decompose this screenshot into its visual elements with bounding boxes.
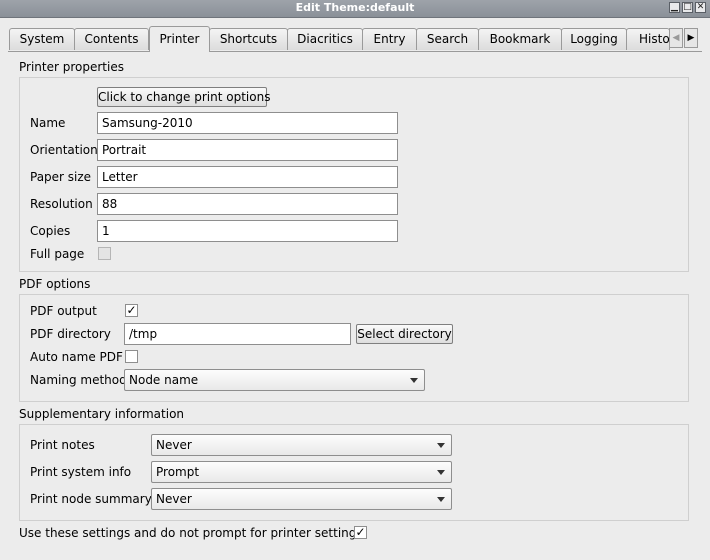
pdf-output-label: PDF output bbox=[30, 304, 97, 318]
paper-size-field[interactable]: Letter bbox=[97, 166, 398, 188]
resolution-field[interactable]: 88 bbox=[97, 193, 398, 215]
print-node-summary-label: Print node summary bbox=[30, 492, 152, 506]
naming-method-dropdown[interactable]: Node name bbox=[124, 369, 425, 391]
tab-system[interactable]: System bbox=[9, 28, 75, 50]
print-node-summary-dropdown[interactable]: Never bbox=[151, 488, 452, 510]
paper-size-label: Paper size bbox=[30, 170, 92, 184]
tab-history[interactable]: Histo bbox=[626, 28, 670, 50]
tab-shortcuts[interactable]: Shortcuts bbox=[209, 28, 288, 50]
print-notes-label: Print notes bbox=[30, 438, 95, 452]
pdf-options-title: PDF options bbox=[19, 277, 91, 291]
minimize-icon[interactable]: ▁ bbox=[669, 2, 680, 13]
tab-diacritics[interactable]: Diacritics bbox=[287, 28, 363, 50]
print-node-summary-value: Never bbox=[156, 492, 192, 506]
select-directory-button[interactable]: Select directory bbox=[356, 324, 453, 344]
full-page-checkbox bbox=[98, 247, 111, 260]
supplementary-title: Supplementary information bbox=[19, 407, 185, 421]
auto-name-pdf-checkbox[interactable] bbox=[125, 350, 138, 363]
tab-scroll-right-icon[interactable]: ▶ bbox=[684, 28, 698, 48]
print-system-info-value: Prompt bbox=[156, 465, 200, 479]
pdf-directory-field[interactable]: /tmp bbox=[124, 323, 351, 345]
resolution-label: Resolution bbox=[30, 197, 93, 211]
tab-entry[interactable]: Entry bbox=[362, 28, 417, 50]
pdf-directory-label: PDF directory bbox=[30, 327, 111, 341]
orientation-label: Orientation bbox=[30, 143, 98, 157]
maximize-icon[interactable]: □ bbox=[682, 2, 693, 13]
close-icon[interactable]: ✕ bbox=[695, 2, 706, 13]
orientation-field[interactable]: Portrait bbox=[97, 139, 398, 161]
printer-properties-title: Printer properties bbox=[19, 60, 124, 74]
tab-contents[interactable]: Contents bbox=[74, 28, 149, 50]
copies-field[interactable]: 1 bbox=[97, 220, 398, 242]
naming-method-label: Naming method bbox=[30, 373, 127, 387]
chevron-down-icon bbox=[410, 378, 418, 383]
use-settings-checkbox[interactable]: ✓ bbox=[354, 526, 367, 539]
name-label: Name bbox=[30, 116, 66, 130]
print-notes-dropdown[interactable]: Never bbox=[151, 434, 452, 456]
chevron-down-icon bbox=[437, 470, 445, 475]
window-title: Edit Theme:default bbox=[295, 1, 415, 14]
use-settings-label: Use these settings and do not prompt for… bbox=[19, 526, 363, 540]
naming-method-value: Node name bbox=[129, 373, 199, 387]
full-page-label: Full page bbox=[30, 247, 85, 261]
tab-bookmark[interactable]: Bookmark bbox=[478, 28, 562, 50]
tab-printer[interactable]: Printer bbox=[149, 26, 210, 52]
pdf-output-checkbox[interactable]: ✓ bbox=[125, 304, 138, 317]
tab-scroll-left-icon[interactable]: ◀ bbox=[669, 28, 683, 48]
chevron-down-icon bbox=[437, 497, 445, 502]
auto-name-pdf-label: Auto name PDF bbox=[30, 350, 123, 364]
name-field[interactable]: Samsung-2010 bbox=[97, 112, 398, 134]
change-print-options-button[interactable]: Click to change print options bbox=[97, 87, 270, 107]
tab-bar: System Contents Printer Shortcuts Diacri… bbox=[0, 17, 710, 52]
chevron-down-icon bbox=[437, 443, 445, 448]
tab-search[interactable]: Search bbox=[416, 28, 479, 50]
print-notes-value: Never bbox=[156, 438, 192, 452]
print-system-info-label: Print system info bbox=[30, 465, 132, 479]
copies-label: Copies bbox=[30, 224, 71, 238]
tab-logging[interactable]: Logging bbox=[561, 28, 627, 50]
title-bar: Edit Theme:default ▁ □ ✕ bbox=[0, 0, 710, 18]
print-system-info-dropdown[interactable]: Prompt bbox=[151, 461, 452, 483]
